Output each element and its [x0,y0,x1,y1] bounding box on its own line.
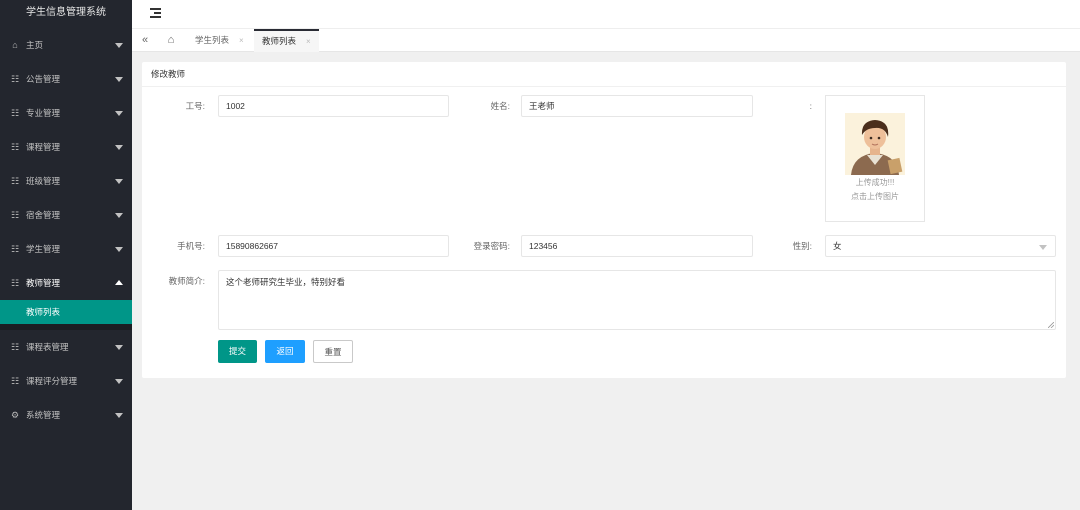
back-button[interactable]: 返回 [265,340,305,363]
sidebar-item[interactable]: ⌂ 主页 [0,28,132,62]
upload-status: 上传成功!!! [855,178,895,187]
tab-student-list[interactable]: 学生列表 × [187,29,252,52]
sidebar-item[interactable]: ☷ 课程表管理 [0,330,132,364]
phone-input[interactable] [218,235,449,257]
chevron-down-icon [115,145,123,150]
menu-icon: ☷ [10,142,20,152]
sidebar-item-label: 班级管理 [26,176,61,186]
avatar-upload[interactable]: 上传成功!!! 点击上传图片 [825,95,925,222]
avatar-image [845,113,905,175]
menu-icon: ☷ [10,176,20,186]
gear-icon: ⚙ [10,410,20,420]
menu-icon: ☷ [10,108,20,118]
app-title: 学生信息管理系统 [26,7,106,18]
menu-toggle-icon[interactable] [150,8,161,19]
reset-button[interactable]: 重置 [313,340,353,363]
chevron-down-icon [115,77,123,82]
sidebar-item[interactable]: ☷ 宿舍管理 [0,198,132,232]
menu-icon: ☷ [10,244,20,254]
sidebar-item[interactable]: ☷ 教师管理 [0,266,132,300]
sidebar-item-label: 专业管理 [26,108,61,118]
upload-hint: 点击上传图片 [851,192,899,201]
sidebar-item-label: 课程表管理 [26,342,69,352]
sidebar-item[interactable]: ☷ 课程评分管理 [0,364,132,398]
menu-icon: ☷ [10,376,20,386]
sidebar-item[interactable]: ☷ 班级管理 [0,164,132,198]
sidebar-item-label: 系统管理 [26,410,61,420]
sidebar-item-label: 宿舍管理 [26,210,61,220]
sidebar: 学生信息管理系统 ⌂ 主页 ☷ 公告管理 ☷ 专业管理 ☷ 课程管理 ☷ 班级管理 ☷ 宿舍管理 ☷ 学生… [0,0,132,510]
chevron-down-icon [115,179,123,184]
password-label: 登录密码: [473,241,510,251]
gender-label: 性别: [792,241,812,251]
phone-label: 手机号: [177,241,205,251]
chevron-up-icon [115,280,123,285]
tab-label: 学生列表 [195,35,230,45]
intro-textarea[interactable]: 这个老师研究生毕业，特别好看 [218,270,1056,330]
sidebar-submenu: 教师列表 [0,300,132,330]
sidebar-item-label: 主页 [26,40,44,50]
sidebar-subitem-teacher-list[interactable]: 教师列表 [0,300,132,324]
tab-label: 教师列表 [262,36,297,46]
chevron-down-icon [115,111,123,116]
job-no-input[interactable] [218,95,449,117]
sidebar-item[interactable]: ☷ 专业管理 [0,96,132,130]
menu-icon: ☷ [10,210,20,220]
sidebar-item[interactable]: ☷ 学生管理 [0,232,132,266]
menu-icon: ☷ [10,74,20,84]
sidebar-item-label: 公告管理 [26,74,61,84]
chevron-down-icon [115,379,123,384]
sidebar-item[interactable]: ☷ 公告管理 [0,62,132,96]
home-tab-icon[interactable]: ⌂ [162,29,180,52]
close-icon[interactable]: × [306,37,311,46]
sidebar-nav: ⌂ 主页 ☷ 公告管理 ☷ 专业管理 ☷ 课程管理 ☷ 班级管理 ☷ 宿舍管理 ☷ 学生管理 ☷ 教师管理教师… [0,28,132,432]
card-title: 修改教师 [142,62,1066,87]
top-header [132,0,1080,28]
resize-grip-icon[interactable] [1048,322,1054,328]
chevron-down-icon [115,43,123,48]
home-icon: ⌂ [12,40,18,50]
gender-value: 女 [833,241,842,251]
tabs-bar: « ⌂ 学生列表 × 教师列表 × [132,28,1080,52]
chevron-down-icon [115,413,123,418]
sidebar-item[interactable]: ⚙ 系统管理 [0,398,132,432]
sidebar-item-label: 课程管理 [26,142,61,152]
avatar-label: : [809,101,812,111]
close-icon[interactable]: × [239,36,244,45]
submit-button[interactable]: 提交 [218,340,257,363]
name-label: 姓名: [490,101,510,111]
name-input[interactable] [521,95,753,117]
tabs-scroll-left-icon[interactable]: « [136,29,154,52]
gender-select[interactable]: 女 [825,235,1056,257]
intro-label: 教师简介: [168,276,205,286]
chevron-down-icon [115,247,123,252]
job-no-label: 工号: [185,101,205,111]
tab-teacher-list[interactable]: 教师列表 × [254,29,319,52]
chevron-down-icon [115,345,123,350]
menu-icon: ☷ [10,278,20,288]
sidebar-item-label: 教师管理 [26,278,61,288]
sidebar-item[interactable]: ☷ 课程管理 [0,130,132,164]
sidebar-item-label: 课程评分管理 [26,376,78,386]
sidebar-item-label: 学生管理 [26,244,61,254]
password-input[interactable] [521,235,753,257]
chevron-down-icon [1039,245,1047,250]
menu-icon: ☷ [10,342,20,352]
chevron-down-icon [115,213,123,218]
